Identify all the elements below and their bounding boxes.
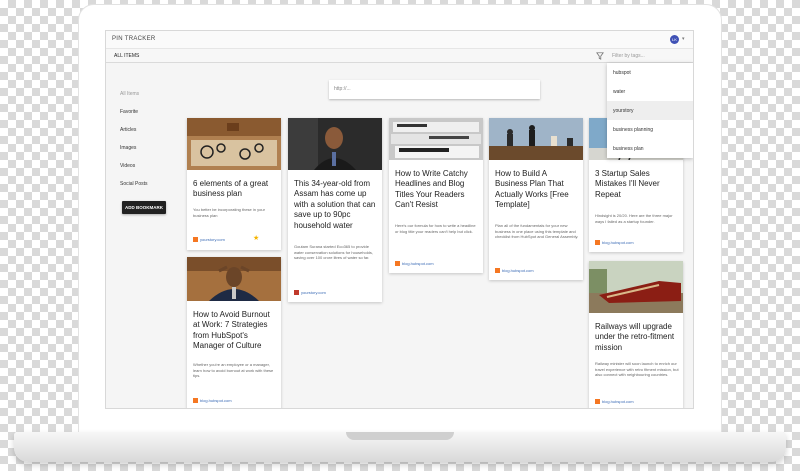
sidebar: All Items Favorite Articles Images Video… (120, 91, 174, 199)
card-source-label: blog.hubspot.com (602, 240, 634, 245)
source-icon (193, 398, 198, 404)
gears-sketch-image (187, 118, 281, 170)
tag-filter-input[interactable]: Filter by tags... (609, 51, 691, 61)
favorite-star-icon[interactable]: ★ (253, 234, 259, 242)
bookmark-card[interactable]: 6 elements of a great business plan You … (187, 118, 281, 250)
train-image (589, 261, 683, 313)
card-description: Plan all of the fundamentals for your ne… (495, 223, 579, 240)
sidebar-item-all-items[interactable]: All Items (120, 91, 174, 109)
card-source-label: yourstory.com (200, 237, 225, 242)
bookmark-card[interactable]: How to Avoid Burnout at Work: 7 Strategi… (187, 257, 281, 408)
tag-dropdown: hubspot water yourstory business plannin… (607, 63, 693, 158)
source-icon (193, 237, 198, 243)
dropdown-option[interactable]: business plan (607, 139, 693, 158)
source-icon (495, 268, 500, 274)
card-title[interactable]: How to Build A Business Plan That Actual… (495, 169, 579, 211)
source-icon (595, 240, 600, 246)
card-source-label: blog.hubspot.com (200, 398, 232, 403)
card-description: Whether you're an employee or a manager,… (193, 362, 274, 379)
card-title[interactable]: How to Avoid Burnout at Work: 7 Strategi… (193, 310, 277, 352)
user-avatar[interactable]: LK (670, 35, 679, 44)
dropdown-option[interactable]: business planning (607, 120, 693, 139)
add-bookmark-button[interactable]: ADD BOOKMARK (122, 201, 166, 214)
card-source[interactable]: blog.hubspot.com (595, 399, 634, 405)
laptop-notch (346, 432, 454, 440)
card-description: Goutam Surana started Eco365 to provide … (294, 244, 373, 261)
sidebar-item-articles[interactable]: Articles (120, 127, 174, 145)
newspapers-image (389, 118, 483, 160)
card-source[interactable]: blog.hubspot.com (495, 268, 534, 274)
card-title[interactable]: This 34-year-old from Assam has come up … (294, 179, 378, 231)
card-title[interactable]: 6 elements of a great business plan (193, 179, 277, 200)
dropdown-option-highlighted[interactable]: yourstory (607, 101, 693, 120)
card-source-label: blog.hubspot.com (602, 399, 634, 404)
card-description: Railway minister will soon launch to enr… (595, 361, 679, 378)
card-source-label: yourstory.com (301, 290, 326, 295)
source-icon (395, 261, 400, 267)
sidebar-item-images[interactable]: Images (120, 145, 174, 163)
dropdown-option[interactable]: water (607, 82, 693, 101)
app-title: PIN TRACKER (112, 36, 156, 42)
sidebar-item-videos[interactable]: Videos (120, 163, 174, 181)
card-source[interactable]: blog.hubspot.com (395, 261, 434, 267)
source-icon (294, 290, 299, 296)
app-header: PIN TRACKER LK ▾ (106, 31, 693, 49)
filter-icon[interactable] (596, 52, 604, 60)
card-title[interactable]: 3 Startup Sales Mistakes I'll Never Repe… (595, 169, 679, 200)
laptop-base (14, 432, 786, 462)
card-title[interactable]: How to Write Catchy Headlines and Blog T… (395, 169, 479, 211)
card-title[interactable]: Railways will upgrade under the retro-fi… (595, 322, 679, 353)
man-portrait-image (288, 118, 382, 170)
dropdown-option[interactable]: hubspot (607, 63, 693, 82)
toolbar: ALL ITEMS Filter by tags... (106, 49, 693, 63)
bookmark-card[interactable]: How to Write Catchy Headlines and Blog T… (389, 118, 483, 273)
card-description: You better be incorporating these in you… (193, 207, 265, 218)
card-source-label: blog.hubspot.com (402, 261, 434, 266)
card-source[interactable]: blog.hubspot.com (193, 398, 232, 404)
card-description: Here's our formula for how to write a he… (395, 223, 476, 234)
card-description: Hindsight is 20/20. Here are the three m… (595, 213, 673, 224)
sidebar-item-favorite[interactable]: Favorite (120, 109, 174, 127)
bookmark-card[interactable]: How to Build A Business Plan That Actual… (489, 118, 583, 280)
card-source[interactable]: yourstory.com (294, 290, 326, 296)
app-window: PIN TRACKER LK ▾ ALL ITEMS Filter by tag… (105, 30, 694, 409)
card-source[interactable]: blog.hubspot.com (595, 240, 634, 246)
tab-all-items[interactable]: ALL ITEMS (114, 53, 139, 59)
source-icon (595, 399, 600, 405)
sidebar-item-social-posts[interactable]: Social Posts (120, 181, 174, 199)
chess-pieces-image (489, 118, 583, 160)
bookmark-card[interactable]: This 34-year-old from Assam has come up … (288, 118, 382, 302)
chevron-down-icon[interactable]: ▾ (682, 36, 685, 42)
stressed-man-image (187, 257, 281, 301)
card-source-label: blog.hubspot.com (502, 268, 534, 273)
url-input[interactable]: http://... (329, 80, 540, 99)
card-source[interactable]: yourstory.com (193, 237, 225, 243)
bookmark-card[interactable]: Railways will upgrade under the retro-fi… (589, 261, 683, 408)
